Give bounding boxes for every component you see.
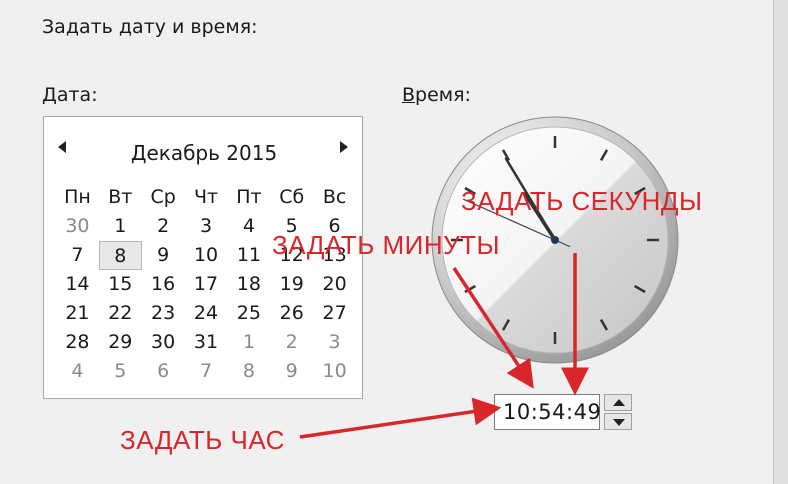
- spin-down-button[interactable]: [604, 413, 632, 430]
- time-spinner: [604, 394, 632, 430]
- calendar-day[interactable]: 30: [142, 328, 185, 357]
- calendar-day[interactable]: 15: [99, 270, 142, 299]
- time-input[interactable]: 10:54:49: [494, 394, 601, 430]
- annotation-hour: ЗАДАТЬ ЧАС: [120, 425, 285, 455]
- calendar-day[interactable]: 22: [99, 299, 142, 328]
- calendar-grid: Пн Вт Ср Чт Пт Сб Вс 30 1 2 3 4 5 6 7 8 9 10 11 12 13 14 15 16 1…: [56, 183, 356, 386]
- calendar-day[interactable]: 1: [227, 328, 270, 357]
- date-label: Дата:: [42, 84, 98, 106]
- weekday-label: Ср: [150, 186, 176, 208]
- calendar-day[interactable]: 26: [270, 299, 313, 328]
- time-label: Время:: [402, 84, 471, 106]
- triangle-right-icon[interactable]: [340, 141, 348, 153]
- calendar-day[interactable]: 3: [185, 212, 228, 241]
- weekday-label: Вс: [322, 186, 347, 208]
- weekday-label: Вт: [108, 186, 133, 208]
- calendar-day[interactable]: 23: [142, 299, 185, 328]
- calendar-day-selected[interactable]: 8: [98, 241, 142, 270]
- calendar-day[interactable]: 20: [313, 270, 356, 299]
- triangle-down-icon: [613, 419, 625, 426]
- annotation-seconds: ЗАДАТЬ СЕКУНДЫ: [461, 186, 703, 216]
- calendar-day[interactable]: 24: [185, 299, 228, 328]
- date-label-text: ата:: [56, 84, 98, 106]
- calendar-day[interactable]: 28: [56, 328, 99, 357]
- calendar-day[interactable]: 1: [99, 212, 142, 241]
- calendar-day[interactable]: 18: [227, 270, 270, 299]
- date-label-accelerator: Д: [42, 84, 57, 106]
- calendar-day[interactable]: 6: [142, 357, 185, 386]
- calendar-day[interactable]: 4: [56, 357, 99, 386]
- calendar-day[interactable]: 30: [56, 212, 99, 241]
- calendar-day[interactable]: 7: [56, 241, 99, 270]
- calendar-day[interactable]: 8: [227, 357, 270, 386]
- calendar-day[interactable]: 31: [185, 328, 228, 357]
- calendar-day[interactable]: 10: [313, 357, 356, 386]
- calendar-day[interactable]: 2: [270, 328, 313, 357]
- weekday-label: Чт: [193, 186, 219, 208]
- calendar-day[interactable]: 2: [142, 212, 185, 241]
- annotation-minutes: ЗАДАТЬ МИНУТЫ: [272, 230, 501, 260]
- dialog-title: Задать дату и время:: [42, 16, 258, 38]
- time-label-accelerator: В: [402, 84, 416, 106]
- spin-up-button[interactable]: [604, 394, 632, 411]
- calendar-day[interactable]: 11: [227, 241, 270, 270]
- weekday-label: Пн: [64, 186, 91, 208]
- calendar-day[interactable]: 19: [270, 270, 313, 299]
- calendar-day[interactable]: 14: [56, 270, 99, 299]
- calendar-week: 28 29 30 31 1 2 3: [56, 328, 356, 357]
- clock-center: [551, 236, 559, 244]
- calendar-day[interactable]: 16: [142, 270, 185, 299]
- calendar-month-title[interactable]: Декабрь 2015: [44, 141, 364, 165]
- calendar-day[interactable]: 3: [313, 328, 356, 357]
- calendar-day[interactable]: 7: [185, 357, 228, 386]
- calendar-day[interactable]: 4: [227, 212, 270, 241]
- calendar-day[interactable]: 25: [227, 299, 270, 328]
- calendar-day[interactable]: 21: [56, 299, 99, 328]
- hour-arrow: [299, 397, 502, 439]
- calendar-day[interactable]: 27: [313, 299, 356, 328]
- calendar-day[interactable]: 9: [142, 241, 185, 270]
- time-label-text: ремя:: [415, 84, 471, 106]
- calendar-week: 14 15 16 17 18 19 20: [56, 270, 356, 299]
- calendar-day[interactable]: 10: [185, 241, 228, 270]
- calendar-day[interactable]: 9: [270, 357, 313, 386]
- weekday-label: Сб: [279, 186, 305, 208]
- calendar-week: 21 22 23 24 25 26 27: [56, 299, 356, 328]
- weekday-header: Пн Вт Ср Чт Пт Сб Вс: [56, 183, 356, 212]
- triangle-up-icon: [613, 399, 625, 406]
- calendar-day[interactable]: 17: [185, 270, 228, 299]
- calendar-day[interactable]: 29: [99, 328, 142, 357]
- calendar-day[interactable]: 5: [99, 357, 142, 386]
- calendar-week: 4 5 6 7 8 9 10: [56, 357, 356, 386]
- weekday-label: Пт: [236, 186, 262, 208]
- window-border: [773, 0, 788, 484]
